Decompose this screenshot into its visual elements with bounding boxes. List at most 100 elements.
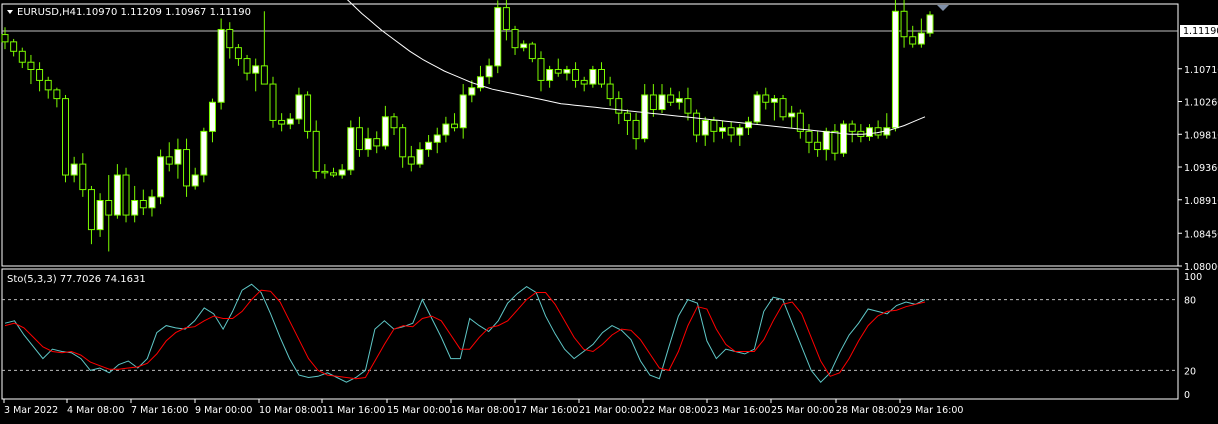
candle-body xyxy=(442,123,450,136)
candle-body xyxy=(770,98,778,103)
candle-body xyxy=(243,58,251,74)
price-tick-label: 1.09810 xyxy=(1184,130,1218,141)
candle-body xyxy=(425,141,433,151)
candle-body xyxy=(105,200,113,216)
candle-body xyxy=(312,130,320,172)
candle-body xyxy=(900,10,908,38)
candle-body xyxy=(719,127,727,132)
candle-body xyxy=(805,130,813,143)
time-tick-label: 28 Mar 08:00 xyxy=(836,405,899,416)
candle-body xyxy=(208,101,216,132)
candle-body xyxy=(468,87,476,96)
candle-body xyxy=(762,94,770,103)
candle-body xyxy=(909,36,917,45)
candle-body xyxy=(632,119,640,140)
candle-body xyxy=(131,200,139,216)
candle-body xyxy=(840,123,848,154)
candle-body xyxy=(390,116,398,129)
candle-body xyxy=(848,123,856,132)
candle-body xyxy=(727,127,735,136)
ohlc-label: 1.10970 1.11209 1.10967 1.11190 xyxy=(76,7,251,18)
time-tick-label: 3 Mar 2022 xyxy=(4,405,58,416)
candle-body xyxy=(355,127,363,151)
candle-body xyxy=(87,189,95,231)
candle-body xyxy=(373,138,381,147)
candle-body xyxy=(381,116,389,147)
candle-body xyxy=(814,141,822,151)
candle-body xyxy=(183,149,191,187)
stochastic-panel[interactable] xyxy=(1,268,1179,400)
time-axis: 3 Mar 2022 4 Mar 08:00 7 Mar 16:00 9 Mar 00… xyxy=(3,399,963,416)
time-tick-label: 4 Mar 08:00 xyxy=(67,405,124,416)
candle-body xyxy=(779,98,787,118)
candle-body xyxy=(226,28,234,49)
candle-body xyxy=(70,163,78,176)
candle-body xyxy=(926,14,934,34)
time-tick-label: 11 Mar 16:00 xyxy=(322,405,385,416)
price-axis: 1.10710 1.10260 1.09810 1.09360 1.08910 1.084… xyxy=(1178,65,1218,273)
candle-body xyxy=(295,94,303,120)
candle-body xyxy=(572,69,580,81)
candle-body xyxy=(1,34,9,43)
price-tick-label: 1.10710 xyxy=(1184,65,1218,76)
candle-body xyxy=(165,156,173,165)
candle-body xyxy=(252,65,260,74)
level-label: 0 xyxy=(1184,390,1190,401)
candle-body xyxy=(788,112,796,118)
chart-canvas[interactable]: 1.11190 EURUSD,H4 1.10970 1.11209 1.1096… xyxy=(0,0,1218,424)
time-tick-label: 25 Mar 00:00 xyxy=(771,405,834,416)
candle-body xyxy=(580,79,588,85)
candle-body xyxy=(321,170,329,174)
candle-body xyxy=(433,134,441,143)
candle-body xyxy=(693,112,701,136)
candle-body xyxy=(27,61,35,70)
current-price-label: 1.11190 xyxy=(1183,26,1218,37)
candle-body xyxy=(338,169,346,176)
symbol-label: EURUSD,H4 xyxy=(17,7,76,18)
candle-body xyxy=(96,200,104,231)
candle-body xyxy=(891,10,899,129)
candle-body xyxy=(917,32,925,45)
candle-body xyxy=(157,156,165,198)
candle-body xyxy=(459,94,467,129)
candle-body xyxy=(563,69,571,74)
candle-body xyxy=(399,127,407,158)
candle-body xyxy=(822,130,830,151)
time-tick-label: 9 Mar 00:00 xyxy=(195,405,252,416)
candle-body xyxy=(606,83,614,100)
price-tick-label: 1.09360 xyxy=(1184,163,1218,174)
time-tick-label: 23 Mar 16:00 xyxy=(707,405,770,416)
price-panel[interactable] xyxy=(1,3,1179,267)
candle-body xyxy=(53,89,61,100)
candle-body xyxy=(347,127,355,171)
level-label: 20 xyxy=(1184,366,1196,377)
candle-body xyxy=(191,174,199,187)
time-tick-label: 21 Mar 00:00 xyxy=(579,405,642,416)
candle-body xyxy=(537,58,545,81)
candle-body xyxy=(416,149,424,165)
candle-body xyxy=(744,121,752,129)
candle-body xyxy=(407,156,415,165)
candle-body xyxy=(675,98,683,103)
candle-body xyxy=(528,43,536,60)
candle-body xyxy=(736,127,744,136)
candle-body xyxy=(831,130,839,154)
time-tick-label: 16 Mar 08:00 xyxy=(451,405,514,416)
candle-body xyxy=(217,28,225,103)
price-tick-label: 1.10260 xyxy=(1184,98,1218,109)
candle-body xyxy=(753,94,761,123)
candle-body xyxy=(260,65,268,85)
candle-body xyxy=(139,200,147,209)
candle-body xyxy=(597,69,605,85)
candle-body xyxy=(684,98,692,114)
candle-body xyxy=(234,47,242,60)
candle-body xyxy=(113,174,121,216)
candle-body xyxy=(10,41,18,52)
time-tick-label: 17 Mar 16:00 xyxy=(515,405,578,416)
time-tick-label: 22 Mar 08:00 xyxy=(643,405,706,416)
candle-body xyxy=(649,94,657,111)
candle-body xyxy=(485,65,493,78)
candle-body xyxy=(623,112,631,121)
candle-body xyxy=(79,163,87,191)
candle-body xyxy=(62,98,70,176)
